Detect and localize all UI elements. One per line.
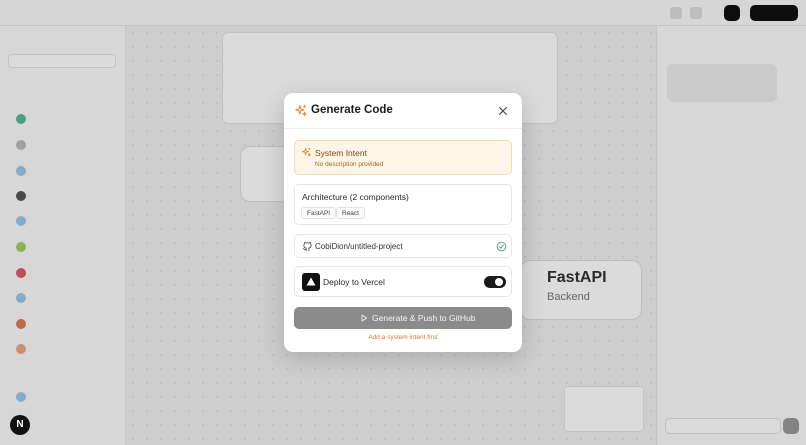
deploy-option: Deploy to Vercel (294, 266, 512, 297)
generate-push-button[interactable]: Generate & Push to GitHub (294, 307, 512, 329)
next-badge[interactable]: N (10, 415, 30, 435)
system-intent-title: System Intent (315, 148, 367, 158)
deploy-toggle[interactable] (484, 276, 506, 288)
hint-text: Add a system intent first (368, 334, 438, 341)
deploy-label: Deploy to Vercel (323, 277, 385, 287)
component-tag: FastAPI (301, 207, 337, 219)
architecture-title: Architecture (2 components) (302, 192, 409, 202)
repository-box: CobiDion/untitled-project (294, 234, 512, 258)
close-icon[interactable] (496, 104, 510, 118)
toggle-knob (495, 278, 503, 286)
github-icon (302, 241, 312, 252)
generate-code-dialog: Generate Code System Intent No descripti… (284, 93, 522, 352)
sparkles-icon (301, 147, 311, 157)
vercel-logo-icon (302, 273, 320, 291)
component-tag: React (336, 207, 365, 219)
architecture-box: Architecture (2 components) FastAPI Reac… (294, 184, 512, 225)
system-intent-box: System Intent No description provided (294, 140, 512, 175)
dialog-header: Generate Code (284, 93, 522, 129)
generate-push-label: Generate & Push to GitHub (372, 313, 476, 323)
play-icon (361, 314, 368, 322)
repository-name: CobiDion/untitled-project (315, 242, 403, 251)
dialog-title: Generate Code (311, 104, 393, 116)
check-circle-icon (496, 241, 507, 252)
system-intent-description: No description provided (315, 161, 384, 168)
sparkles-icon (295, 104, 307, 117)
